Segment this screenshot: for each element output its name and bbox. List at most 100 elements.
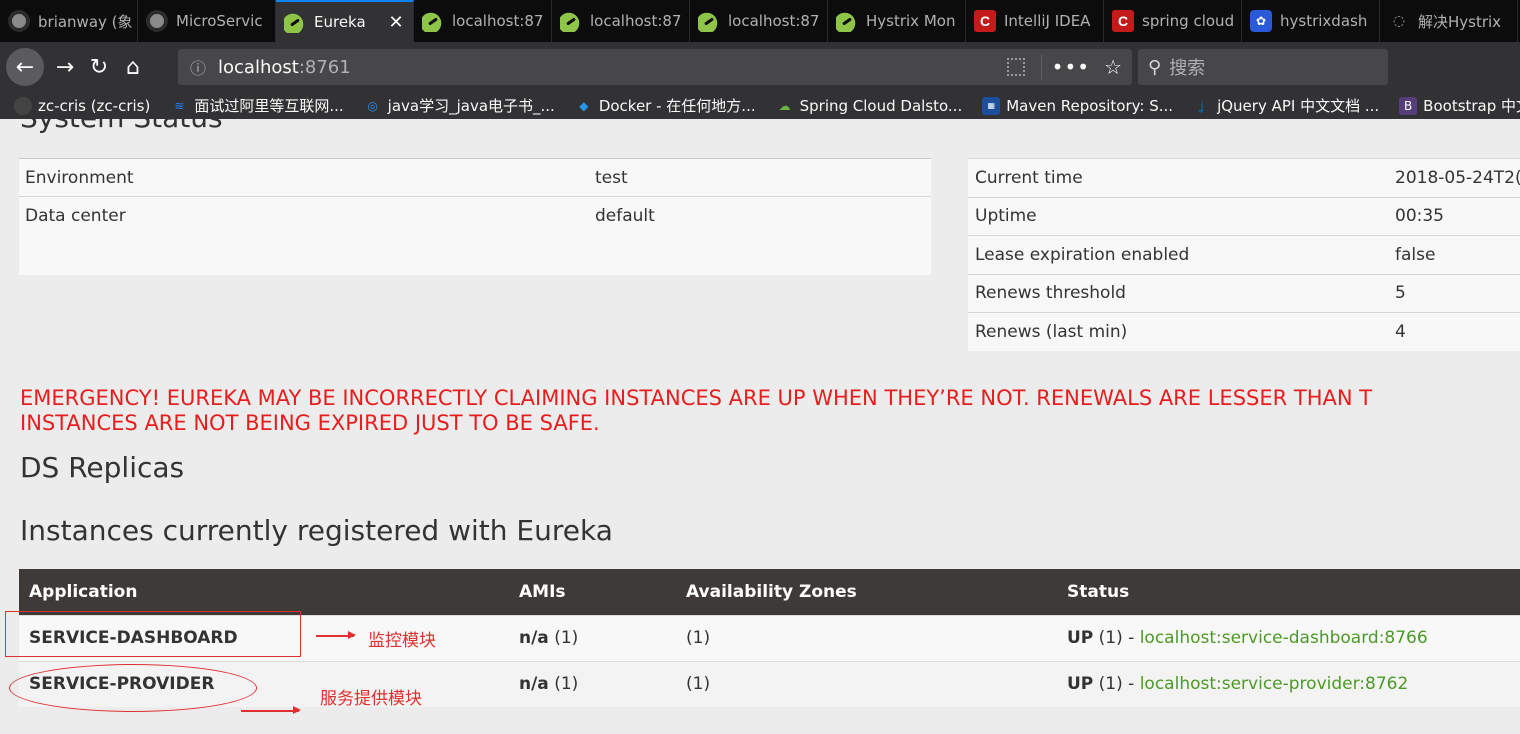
close-tab-icon[interactable]: ✕	[385, 12, 407, 33]
env-value: default	[589, 196, 931, 275]
tab-label: hystrixdash	[1280, 12, 1368, 30]
bookmark-bootstrap[interactable]: B Bootstrap 中文文档	[1399, 95, 1520, 116]
spring-leaf-icon	[422, 10, 444, 32]
home-button[interactable]: ⌂	[116, 50, 150, 84]
bookmark-java[interactable]: ◎ java学习_java电子书_...	[364, 95, 555, 116]
instances-title: Instances currently registered with Eure…	[20, 514, 613, 547]
table-row: Renews threshold 5	[968, 273, 1520, 313]
tab-label: Eureka	[314, 13, 366, 31]
search-input[interactable]: ⚲ 搜索	[1138, 49, 1388, 85]
url-port: :8761	[298, 56, 351, 78]
status-key: Uptime	[968, 196, 1388, 236]
address-bar[interactable]: ⓘ localhost:8761 ••• ☆	[178, 49, 1132, 85]
column-header: AMIs	[509, 569, 676, 615]
bookmark-label: java学习_java电子书_...	[387, 97, 555, 115]
spring-leaf-icon	[284, 11, 306, 33]
tab-label: localhost:87	[728, 12, 820, 30]
bookmark-label: Docker - 在任何地方...	[598, 97, 756, 115]
ami-count: (1)	[548, 628, 579, 648]
status-count: (1) -	[1093, 674, 1140, 695]
tab-spring-cloud[interactable]: Cspring cloud	[1104, 0, 1242, 42]
juejin-icon: ≋	[174, 98, 185, 113]
tab-hystrixdash[interactable]: ✿ hystrixdash	[1242, 0, 1380, 42]
environment-table: Environment test Data center default	[19, 158, 931, 275]
status-key: Renews (last min)	[968, 312, 1388, 351]
status-key: Renews threshold	[968, 273, 1388, 313]
bookmark-maven[interactable]: ▦ Maven Repository: S...	[982, 96, 1174, 115]
spring-leaf-icon	[698, 10, 720, 32]
env-value: test	[589, 158, 931, 197]
table-row: Environment test	[19, 158, 931, 197]
instance-link[interactable]: localhost:service-provider:8762	[1140, 674, 1409, 694]
bookmark-github[interactable]: zc-cris (zc-cris)	[14, 96, 151, 115]
navigation-toolbar: ← → ↻ ⌂ ⓘ localhost:8761 ••• ☆ ⚲ 搜索	[0, 42, 1520, 92]
bookmark-star-icon[interactable]: ☆	[1104, 55, 1122, 79]
tab-label: localhost:87	[452, 12, 544, 30]
home-icon: ⌂	[126, 54, 140, 80]
table-row: Data center default	[19, 196, 931, 275]
bookmark-label: zc-cris (zc-cris)	[38, 96, 151, 115]
tab-hystrix-monitor[interactable]: Hystrix Mon	[828, 0, 966, 42]
tab-intellij[interactable]: C IntelliJ IDEA	[966, 0, 1104, 42]
tab-hystrix-fix[interactable]: ◌ 解决Hystrix	[1380, 0, 1518, 42]
page-content: System Status Environmenttest Data cente…	[0, 119, 1520, 734]
bookmark-label: Bootstrap 中文文档	[1423, 97, 1520, 115]
column-header: Status	[1057, 569, 1520, 615]
tab-label: 解决Hystrix	[1418, 12, 1502, 31]
forward-button[interactable]: →	[48, 50, 82, 84]
status-value: false	[1388, 235, 1520, 274]
table-header-row: Application AMIs Availability Zones Stat…	[19, 569, 1520, 615]
status-value: 5	[1388, 273, 1520, 313]
back-button[interactable]: ←	[6, 48, 44, 86]
ami-value: n/a	[519, 674, 549, 695]
status-value: 2018-05-24T2(	[1388, 158, 1520, 197]
spring-leaf-icon	[836, 10, 858, 32]
system-status-title: System Status	[20, 119, 223, 134]
amis-cell: n/a (1)	[509, 660, 676, 707]
divider	[1040, 54, 1042, 80]
tab-label: spring cloud	[1142, 12, 1235, 30]
zones-cell: (1)	[676, 660, 1057, 707]
github-icon	[14, 96, 32, 115]
bookmark-spring-cloud[interactable]: ☁ Spring Cloud Dalsto...	[776, 97, 963, 115]
status-up: UP	[1067, 628, 1094, 648]
ami-value: n/a	[519, 628, 549, 648]
csdn-icon: C	[1112, 10, 1134, 32]
status-key: Current time	[968, 158, 1388, 197]
search-icon: ⚲	[1148, 56, 1162, 78]
search-placeholder: 搜索	[1169, 58, 1206, 79]
emergency-line: INSTANCES ARE NOT BEING EXPIRED JUST TO …	[20, 411, 600, 435]
tab-localhost-2[interactable]: localhost:87	[552, 0, 690, 42]
status-cell: UP (1) - localhost:service-dashboard:876…	[1057, 614, 1520, 661]
annotation-ellipse	[9, 664, 257, 712]
tab-eureka[interactable]: Eureka ✕	[276, 0, 414, 42]
env-key: Data center	[19, 196, 589, 275]
tab-microservice[interactable]: MicroServic	[138, 0, 276, 42]
bookmark-jquery[interactable]: ʝ jQuery API 中文文档 ...	[1193, 95, 1379, 116]
annotation-rectangle	[5, 611, 301, 657]
annotation-dashboard-note: 监控模块	[368, 631, 436, 651]
reload-button[interactable]: ↻	[82, 50, 116, 84]
bookmark-label: Maven Repository: S...	[1006, 96, 1174, 115]
status-value: 00:35	[1388, 196, 1520, 236]
column-header: Application	[19, 569, 509, 615]
amis-cell: n/a (1)	[509, 614, 676, 661]
tab-label: IntelliJ IDEA	[1004, 12, 1091, 30]
tab-brianway[interactable]: brianway (象	[0, 0, 138, 42]
bookmark-docker[interactable]: ◆ Docker - 在任何地方...	[575, 95, 756, 116]
annotation-provider-note: 服务提供模块	[320, 689, 422, 709]
current-status-table: Current time 2018-05-24T2( Uptime 00:35 Le…	[968, 158, 1520, 351]
tab-localhost-1[interactable]: localhost:87	[414, 0, 552, 42]
qr-code-icon[interactable]	[1006, 58, 1025, 76]
spring-cloud-icon: ☁	[778, 98, 791, 113]
jquery-icon: ʝ	[1200, 98, 1204, 113]
info-icon[interactable]: ⓘ	[178, 55, 218, 79]
docker-icon: ◆	[579, 98, 589, 113]
tab-label: Hystrix Mon	[866, 12, 956, 30]
bookmark-juejin[interactable]: ≋ 面试过阿里等互联网...	[170, 95, 343, 116]
status-up: UP	[1067, 674, 1094, 695]
table-row: Renews (last min) 4	[968, 312, 1520, 351]
page-actions-icon[interactable]: •••	[1052, 55, 1090, 79]
tab-localhost-3[interactable]: localhost:87	[690, 0, 828, 42]
instance-link[interactable]: localhost:service-dashboard:8766	[1140, 628, 1428, 648]
